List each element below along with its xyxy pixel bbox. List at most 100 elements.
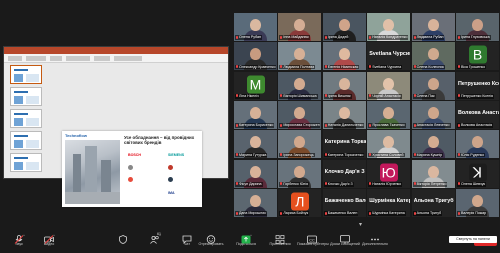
shared-screen[interactable]: 1 2 3 4 5 Technoflow Усе обладнання – від пр… [3,46,229,207]
participant-tile[interactable]: Олена Рубан [234,13,277,41]
participant-tile[interactable]: Олександр Кравченко [234,42,277,71]
video-button[interactable]: Видео [34,231,64,251]
mic-muted-icon [324,211,327,215]
participant-name: Анастасія Левченко [416,123,450,128]
slide-thumbnail[interactable]: 1 [10,65,42,84]
participant-tile[interactable]: Ірина Дидей [322,13,366,41]
participant-tile[interactable]: Вікторія Петренко [411,159,455,188]
participant-tile[interactable]: Ю Наталія Юрченко [367,159,411,188]
mic-muted-icon [324,94,327,98]
mic-muted-icon [324,182,327,186]
apps-button[interactable]: Приложения [265,231,295,251]
participant-tile[interactable]: Альона Тригуб Альона Тригуб [411,188,455,217]
participant-name-label: Марина Кушнір [412,152,444,158]
participant-tile[interactable]: Юлія Руденко [456,130,499,159]
cc-icon: CC [307,231,317,244]
slide-thumbnail[interactable]: 4 [10,131,42,150]
participant-tile[interactable]: Евгенія Німинская [322,42,366,71]
participant-name: Ірина Вишняк [327,94,351,98]
participant-name-label: Дана Мирошник [235,211,267,216]
participant-name-label: Евгенія Німинская [323,64,360,70]
mic-muted-icon [369,94,372,98]
participant-tile[interactable]: Л Лариса Бойчук [278,188,322,217]
participant-name-label: Альона Тригуб [412,211,443,216]
mic-muted-icon [369,35,372,39]
participant-tile[interactable]: M Ліна Нікеліч [234,71,277,100]
participant-tile[interactable]: Ірина Глуховська [456,13,499,41]
participant-tile[interactable]: Клочко Дар'я З Клочко Дар'я З [322,159,366,188]
participant-name-label: Олена Рубан [235,35,263,40]
brand-mark-icon [168,177,173,182]
participant-tile[interactable]: Анастасія Левченко [411,100,455,129]
participant-tile[interactable]: Шурмінка Катерина Шурмінка Катерина [367,188,411,217]
security-button[interactable] [108,231,138,251]
participant-name: Катерина Борисенко [239,123,274,128]
slide-thumbnail[interactable]: 3 [10,109,42,128]
participant-tile[interactable]: Марина Кушнір [411,130,455,159]
mic-muted-icon [236,123,238,127]
mic-muted-icon [458,94,460,98]
mic-muted-icon [458,35,460,39]
participant-tile[interactable]: Дана Мирошник [234,188,277,217]
participant-tile[interactable]: Горбенко Юлія [278,159,322,188]
participant-tile[interactable]: В Віка Грошенко [456,42,499,71]
participant-tile[interactable]: Катерина Борисенко [234,100,277,129]
chevron-up-icon[interactable]: ^ [159,233,161,238]
participant-tile[interactable]: Валерія Пожар [456,188,499,217]
more-button[interactable]: Дополнительно [360,231,390,251]
captions-button[interactable]: CC Показать субтитры [297,231,329,251]
gallery-page-indicator[interactable]: ▾ [359,221,362,228]
chevron-up-icon[interactable]: ^ [250,233,252,238]
participant-tile[interactable]: Марина Гутуржа [234,130,277,159]
participant-name-label: Вікторія Шиманська [279,94,318,99]
participant-tile[interactable]: Катерина Торкаченко Катерина Торкаченко [322,130,366,159]
participant-name: Олена Пак [416,94,435,98]
participant-tile[interactable]: ꓘ Олена Шевчук [456,159,499,188]
slide-thumbnail[interactable]: 5 [10,153,42,172]
participant-tile[interactable]: Ірина Вишняк [322,71,366,100]
participant-name: Марина Гутуржа [239,152,267,157]
mic-muted-icon [413,211,416,215]
participant-name-label: Марина Гутуржа [235,152,268,158]
participant-tile[interactable]: Наталія Данильченко [322,100,366,129]
participant-name-label: Валерія Пожар [457,211,488,216]
participant-tile[interactable]: Христина Соловей [367,130,411,159]
participant-tile[interactable]: Svetlana Чурсина Svetlana Чурсина [367,42,411,71]
participant-tile[interactable]: Мирослава Стороженко [278,100,322,129]
mic-muted-icon [324,35,327,39]
participant-tile[interactable]: Людмила Рубан [411,13,455,41]
slide-title: Усе обладнання – від провідних світових … [124,135,195,145]
mic-muted-icon [413,94,416,98]
whiteboard-button[interactable]: Доски сообщений [330,231,360,251]
participant-tile[interactable]: Олена Пак [411,71,455,100]
participants-button[interactable]: 61 [140,231,170,251]
participant-tile[interactable]: Фісун Дарина [234,159,277,188]
participant-tile[interactable]: Олена Колесник [411,42,455,71]
participant-tile[interactable]: Вікторія Шиманська [278,71,322,100]
participant-tile[interactable]: Петрушенко Ксенія Петрушенко Ксенія [456,71,499,100]
chevron-up-icon[interactable]: ^ [23,233,25,238]
mic-muted-icon [413,123,416,127]
participant-tile[interactable]: Людмила Полтава [278,42,322,71]
participant-tile[interactable]: Ярослава Ткаченко [367,100,411,129]
participant-name-display: Шурмінка Катерина [369,197,410,204]
mic-muted-icon [413,65,416,68]
reactions-button[interactable]: Отреагировать [196,231,226,251]
mic-muted-icon [369,182,372,186]
slide-thumbnails: 1 2 3 4 5 [6,65,48,175]
participant-tile[interactable]: Бажаченко Вален Бажаченко Вален [322,188,366,217]
participant-tile[interactable]: Чорній Анастасія [367,71,411,100]
participant-name-label: Ярослава Ткаченко [368,123,406,128]
participant-tile[interactable]: Наталія Кондратенко [367,13,411,41]
participant-name-label: Олена Колесник [412,64,445,70]
participant-name: Катерина Торкаченко [327,152,364,157]
participant-tile[interactable]: Волкова Анастасія Волкова Анастасія [456,100,499,129]
chevron-up-icon[interactable]: ^ [53,233,55,238]
audio-button[interactable]: Звук [4,231,34,251]
slide-thumbnail[interactable]: 2 [10,87,42,106]
mic-muted-icon [236,35,238,39]
participant-tile[interactable]: Ірина Запорожець [278,130,322,159]
share-button[interactable]: Поделиться [231,231,261,251]
participant-tile[interactable]: Інна Майданюк [278,13,322,41]
participant-name-label: Ірина Запорожець [279,152,315,158]
